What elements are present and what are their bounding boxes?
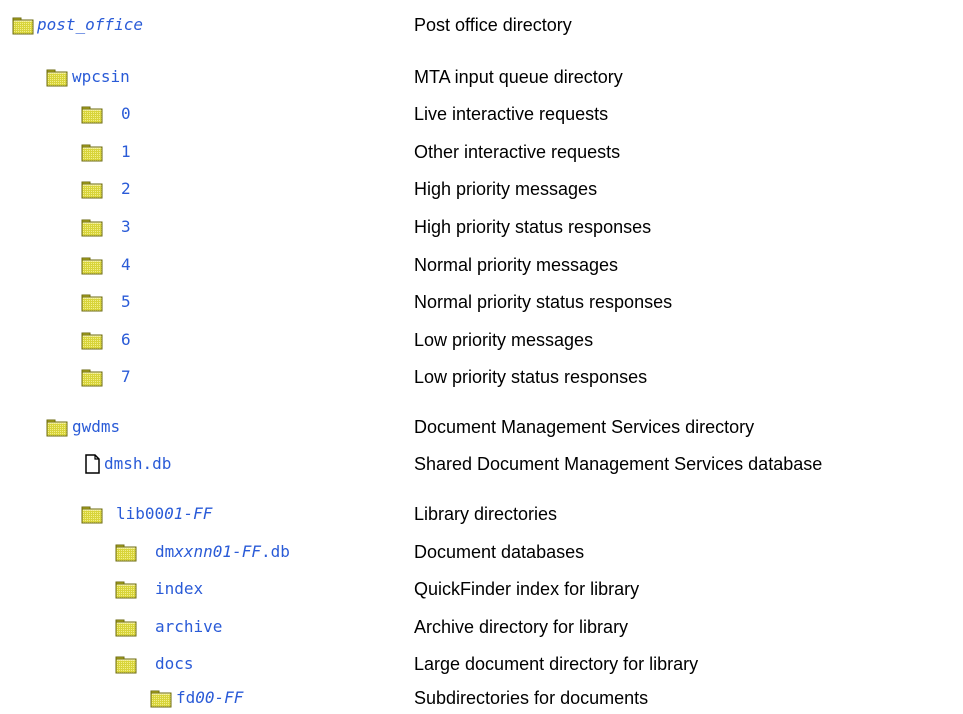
- row-description: Low priority status responses: [414, 367, 648, 387]
- folder-icon: [81, 217, 103, 242]
- tree-row-queue-7: 7 Low priority status responses: [0, 363, 963, 393]
- folder-icon: [81, 367, 103, 392]
- row-description: Library directories: [414, 504, 558, 524]
- dir-link-fd[interactable]: fd00-FF: [176, 688, 243, 708]
- name-segment: .db: [260, 542, 290, 561]
- tree-row-lib: lib0001-FF Library directories: [0, 500, 963, 530]
- dir-link-1[interactable]: 1: [121, 142, 131, 162]
- name-segment: gwdms: [72, 417, 121, 436]
- file-link-dm-db[interactable]: dmxxnn01-FF.db: [155, 542, 290, 562]
- folder-icon: [81, 104, 103, 129]
- tree-row-queue-5: 5 Normal priority status responses: [0, 288, 963, 318]
- folder-icon: [12, 15, 34, 40]
- name-segment: fd: [176, 688, 196, 707]
- name-segment: dm: [155, 542, 175, 561]
- row-description: Archive directory for library: [414, 617, 629, 637]
- dir-link-index[interactable]: index: [155, 579, 203, 599]
- row-description: Normal priority messages: [414, 255, 619, 275]
- dir-link-3[interactable]: 3: [121, 217, 131, 237]
- row-description: Document databases: [414, 542, 585, 562]
- file-icon: [81, 454, 103, 479]
- row-description: QuickFinder index for library: [414, 579, 640, 599]
- tree-row-gwdms: gwdms Document Management Services direc…: [0, 413, 963, 443]
- dir-link-6[interactable]: 6: [121, 330, 131, 350]
- row-description: Large document directory for library: [414, 654, 699, 674]
- name-segment: docs: [155, 654, 194, 673]
- row-description: MTA input queue directory: [414, 67, 623, 87]
- dir-link-4[interactable]: 4: [121, 255, 131, 275]
- name-segment: 4: [121, 255, 131, 274]
- tree-row-queue-1: 1 Other interactive requests: [0, 138, 963, 168]
- tree-row-fd: fd00-FF Subdirectories for documents: [0, 684, 963, 714]
- row-description: Normal priority status responses: [414, 292, 673, 312]
- name-segment: 2: [121, 179, 131, 198]
- name-segment: index: [155, 579, 204, 598]
- name-segment: 5: [121, 292, 131, 311]
- tree-row-queue-6: 6 Low priority messages: [0, 326, 963, 356]
- folder-icon: [46, 417, 68, 442]
- name-segment: 1: [121, 142, 131, 161]
- row-description: Other interactive requests: [414, 142, 621, 162]
- file-link-dmsh-db[interactable]: dmsh.db: [104, 454, 171, 474]
- dir-link-gwdms[interactable]: gwdms: [72, 417, 120, 437]
- folder-icon: [115, 617, 137, 642]
- dir-link-wpcsin[interactable]: wpcsin: [72, 67, 130, 87]
- folder-icon: [81, 330, 103, 355]
- dir-link-5[interactable]: 5: [121, 292, 131, 312]
- row-description: Shared Document Management Services data…: [414, 454, 823, 474]
- folder-icon: [81, 292, 103, 317]
- folder-icon: [115, 579, 137, 604]
- folder-icon: [81, 504, 103, 529]
- tree-row-index: index QuickFinder index for library: [0, 575, 963, 605]
- tree-row-queue-0: 0 Live interactive requests: [0, 100, 963, 130]
- name-segment: xxnn01-FF: [174, 542, 261, 561]
- tree-row-post-office: post_office Post office directory: [0, 11, 963, 41]
- folder-icon: [150, 688, 172, 713]
- name-segment: 3: [121, 217, 131, 236]
- tree-row-dmsh-db: dmsh.db Shared Document Management Servi…: [0, 450, 963, 480]
- name-segment: 6: [121, 330, 131, 349]
- row-description: Subdirectories for documents: [414, 688, 649, 708]
- folder-icon: [115, 542, 137, 567]
- row-description: Post office directory: [414, 15, 572, 35]
- dir-link-lib[interactable]: lib0001-FF: [116, 504, 212, 524]
- row-description: Live interactive requests: [414, 104, 609, 124]
- folder-icon: [115, 654, 137, 679]
- tree-row-queue-4: 4 Normal priority messages: [0, 251, 963, 281]
- tree-row-archive: archive Archive directory for library: [0, 613, 963, 643]
- name-segment: post_office: [37, 15, 143, 34]
- row-description: Document Management Services directory: [414, 417, 755, 437]
- name-segment: 0: [121, 104, 131, 123]
- name-segment: lib00: [116, 504, 165, 523]
- dir-link-0[interactable]: 0: [121, 104, 131, 124]
- tree-row-queue-2: 2 High priority messages: [0, 175, 963, 205]
- folder-icon: [81, 142, 103, 167]
- folder-icon: [81, 179, 103, 204]
- dir-link-archive[interactable]: archive: [155, 617, 222, 637]
- dir-link-post-office[interactable]: post_office: [37, 15, 143, 35]
- tree-row-wpcsin: wpcsin MTA input queue directory: [0, 63, 963, 93]
- row-description: Low priority messages: [414, 330, 594, 350]
- name-segment: dmsh.db: [104, 454, 172, 473]
- row-description: High priority messages: [414, 179, 598, 199]
- dir-link-7[interactable]: 7: [121, 367, 131, 387]
- tree-row-queue-3: 3 High priority status responses: [0, 213, 963, 243]
- name-segment: wpcsin: [72, 67, 130, 86]
- tree-row-dm-db: dmxxnn01-FF.db Document databases: [0, 538, 963, 568]
- dir-link-docs[interactable]: docs: [155, 654, 194, 674]
- name-segment: archive: [155, 617, 223, 636]
- tree-row-docs: docs Large document directory for librar…: [0, 650, 963, 680]
- row-description: High priority status responses: [414, 217, 652, 237]
- dir-link-2[interactable]: 2: [121, 179, 131, 199]
- folder-icon: [81, 255, 103, 280]
- name-segment: 7: [121, 367, 131, 386]
- name-segment: 01-FF: [164, 504, 213, 523]
- name-segment: 00-FF: [195, 688, 244, 707]
- folder-icon: [46, 67, 68, 92]
